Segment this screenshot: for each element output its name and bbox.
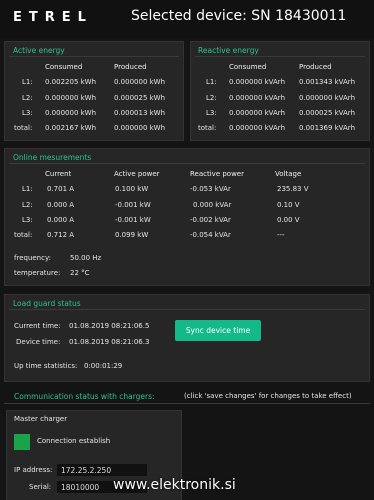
col-consumed-header: Consumed [229, 63, 267, 71]
reactive-produced-value: 0.001343 kVArh [299, 78, 355, 86]
connection-status-indicator [14, 434, 30, 450]
frequency-label: frequency: [14, 254, 51, 262]
reactive-consumed-value: 0.000000 kVArh [229, 124, 285, 132]
active-produced-value: 0.000013 kWh [114, 109, 166, 117]
reactive-consumed-value: 0.000000 kVArh [229, 94, 285, 102]
row-label: L1: [22, 78, 33, 86]
load-guard-title: Load guard status [13, 299, 81, 308]
col-produced-header: Produced [114, 63, 147, 71]
active-produced-value: 0.000025 kWh [114, 94, 166, 102]
current-value: 0.701 A [47, 185, 75, 193]
selected-device-title: Selected device: SN 18430011 [131, 8, 347, 24]
temperature-value: 22 °C [70, 269, 90, 277]
row-label: L3: [206, 109, 217, 117]
col-current-header: Current [45, 170, 72, 178]
row-label: L3: [22, 216, 33, 224]
reactive-power-value: -0.002 kVAr [190, 216, 231, 224]
communication-status-title: Communication status with chargers: [14, 392, 155, 401]
ip-address-label: IP address: [14, 466, 53, 474]
active-consumed-value: 0.002205 kWh [45, 78, 97, 86]
active-power-value: -0.001 kW [115, 216, 151, 224]
col-voltage-header: Voltage [275, 170, 302, 178]
col-reactive-power-header: Reactive power [190, 170, 244, 178]
active-power-value: 0.100 kW [115, 185, 149, 193]
current-value: 0.000 A [47, 216, 75, 224]
row-label: L2: [206, 94, 217, 102]
serial-label: Serial: [29, 483, 52, 491]
divider [195, 56, 365, 57]
device-time-value: 01.08.2019 08:21:06.3 [69, 338, 150, 346]
device-time-label: Device time: [16, 338, 61, 346]
row-label: total: [198, 124, 217, 132]
online-measurements-title: Online mesurements [13, 153, 92, 162]
sync-device-time-button[interactable]: Sync device time [175, 320, 261, 341]
app-header: ETREL Selected device: SN 18430011 [0, 0, 374, 38]
row-label: L2: [22, 94, 33, 102]
reactive-energy-title: Reactive energy [198, 46, 259, 55]
row-label: total: [14, 124, 33, 132]
uptime-value: 0:00:01:29 [84, 362, 123, 370]
reactive-consumed-value: 0.000000 kVArh [229, 78, 285, 86]
voltage-value: 235.83 V [277, 185, 309, 193]
reactive-produced-value: 0.001369 kVArh [299, 124, 355, 132]
divider [4, 403, 370, 404]
col-active-power-header: Active power [114, 170, 160, 178]
active-power-value: -0.001 kW [115, 201, 151, 209]
active-consumed-value: 0.000000 kWh [45, 94, 97, 102]
reactive-power-value: 0.000 kVAr [193, 201, 232, 209]
voltage-value: 0.10 V [277, 201, 300, 209]
current-time-value: 01.08.2019 08:21:06.5 [69, 322, 150, 330]
current-time-label: Current time: [14, 322, 61, 330]
etrel-logo: ETREL [13, 10, 93, 25]
ip-address-input[interactable] [57, 464, 147, 476]
active-consumed-value: 0.000000 kWh [45, 109, 97, 117]
communication-note: (click 'save changes' for changes to tak… [184, 392, 352, 400]
divider [9, 163, 365, 164]
row-label: L1: [206, 78, 217, 86]
frequency-value: 50.00 Hz [70, 254, 102, 262]
col-produced-header: Produced [299, 63, 332, 71]
row-label: L3: [22, 109, 33, 117]
reactive-consumed-value: 0.000000 kVArh [229, 109, 285, 117]
active-produced-value: 0.000000 kWh [114, 78, 166, 86]
voltage-value: 0.00 V [277, 216, 300, 224]
uptime-label: Up time statistics: [14, 362, 78, 370]
watermark: www.elektronik.si [113, 477, 236, 493]
active-energy-title: Active energy [13, 46, 65, 55]
divider [9, 309, 365, 310]
reactive-power-value: -0.054 kVAr [190, 231, 231, 239]
master-charger-title: Master charger [14, 415, 68, 423]
reactive-produced-value: 0.000000 kVArh [299, 94, 355, 102]
current-value: 0.712 A [47, 231, 75, 239]
active-produced-value: 0.000000 kWh [114, 124, 166, 132]
active-consumed-value: 0.002167 kWh [45, 124, 97, 132]
divider [9, 56, 179, 57]
row-label: total: [14, 231, 33, 239]
reactive-produced-value: 0.000025 kVArh [299, 109, 355, 117]
temperature-label: temperature: [14, 269, 61, 277]
row-label: L1: [22, 185, 33, 193]
current-value: 0.000 A [47, 201, 75, 209]
reactive-power-value: -0.053 kVAr [190, 185, 231, 193]
voltage-value: --- [277, 231, 285, 239]
active-power-value: 0.099 kW [115, 231, 149, 239]
col-consumed-header: Consumed [45, 63, 83, 71]
row-label: L2: [22, 201, 33, 209]
connection-status-text: Connection establish [37, 437, 111, 445]
